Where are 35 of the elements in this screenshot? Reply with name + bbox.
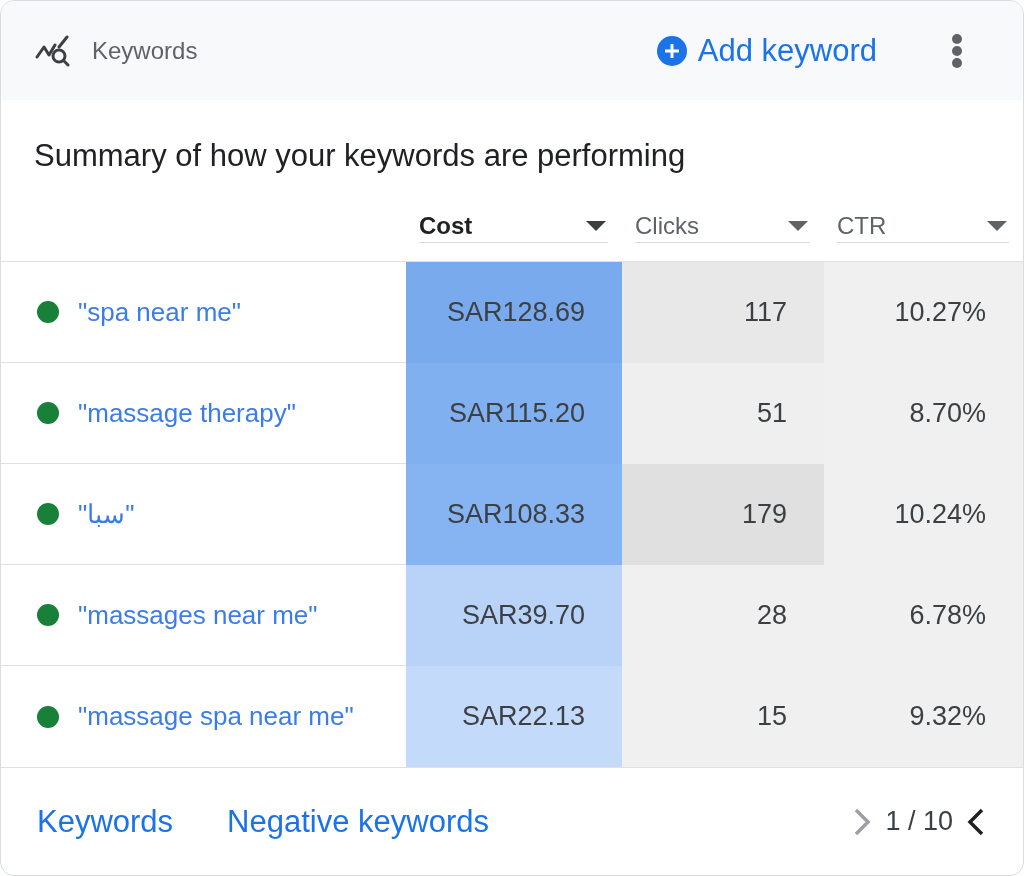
table-cell: 9.32% [824, 666, 1023, 767]
keyword-link[interactable]: "سبا" [78, 498, 135, 530]
more-icon[interactable] [951, 32, 963, 69]
keyword-link[interactable]: "massage spa near me" [78, 701, 354, 732]
footer-link[interactable]: Keywords [37, 803, 174, 840]
column-dropdown[interactable]: Cost [419, 209, 608, 243]
caret-down-icon [987, 220, 1007, 231]
column-dropdown[interactable]: Clicks [635, 209, 810, 243]
table-cell: 51 [622, 363, 824, 464]
table-cell: SAR39.70 [406, 565, 622, 666]
table-cell: 28 [622, 565, 824, 666]
plus-circle-icon [656, 35, 687, 66]
table-cell: 8.70% [824, 363, 1023, 464]
caret-down-icon [788, 220, 808, 231]
keyword-link[interactable]: "massages near me" [78, 599, 318, 631]
table-cell: SAR108.33 [406, 464, 622, 565]
table-cell: SAR128.69 [406, 262, 622, 363]
caret-down-icon [586, 220, 606, 231]
table-cell: 10.24% [824, 464, 1023, 565]
chevron-left-icon[interactable] [967, 807, 985, 836]
page-counter: 1 / 10 [885, 806, 953, 837]
add-keyword-button[interactable]: Add keyword [652, 26, 881, 75]
table-cell: 15 [622, 666, 824, 767]
table-cell: SAR22.13 [406, 666, 622, 767]
table-cell: 6.78% [824, 565, 1023, 666]
card-title: Keywords [92, 36, 198, 65]
footer-link[interactable]: Negative keywords [227, 803, 489, 840]
column-dropdown[interactable]: CTR [837, 209, 1009, 243]
table-cell: 117 [622, 262, 824, 363]
summary-text: Summary of how your keywords are performing [34, 138, 687, 174]
keyword-link[interactable]: "spa near me" [78, 296, 241, 328]
table-cell: 10.27% [824, 262, 1023, 363]
table-cell: SAR115.20 [406, 363, 622, 464]
keyword-link[interactable]: "massage therapy" [78, 397, 296, 429]
table-cell: 179 [622, 464, 824, 565]
